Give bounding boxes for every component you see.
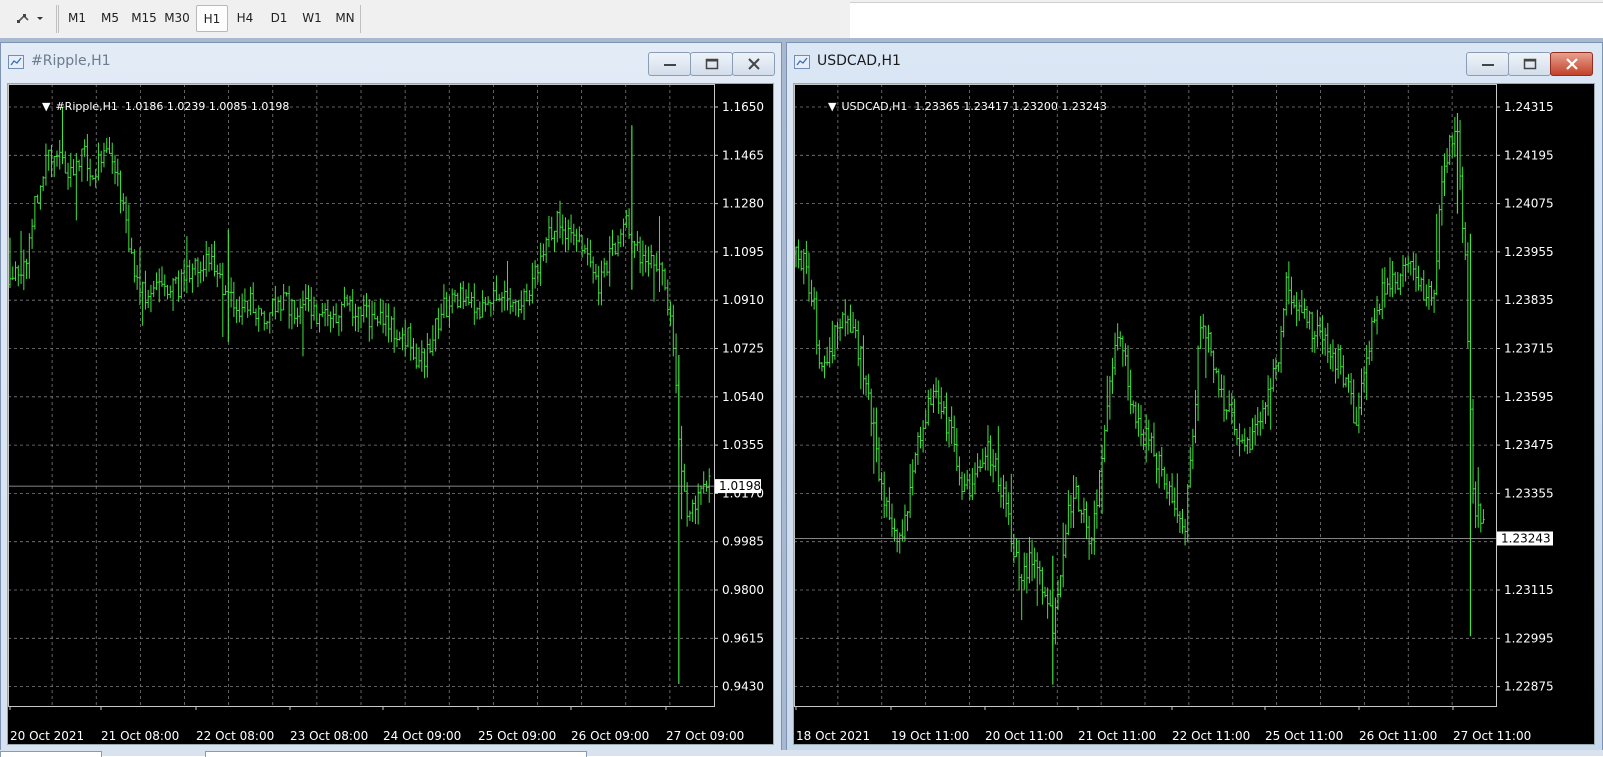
- timeframe-h1-button[interactable]: H1: [196, 5, 228, 32]
- time-axis-label: 27 Oct 11:00: [1453, 729, 1531, 743]
- price-bars: [8, 107, 711, 684]
- chart-window-icon: [8, 55, 24, 69]
- timeframe-toolbar: M1 M5 M15 M30 H1 H4 D1 W1 MN: [0, 0, 850, 39]
- price-axis-label: 1.24195: [1504, 148, 1554, 162]
- price-chart[interactable]: 1.24315 1.24195 1.24075 1.23955 1.23835 1.237…: [794, 84, 1594, 744]
- chart-canvas[interactable]: 1.24315 1.24195 1.24075 1.23955 1.23835 1.237…: [793, 83, 1595, 745]
- close-icon: [1565, 58, 1578, 70]
- window-tab[interactable]: [205, 751, 587, 757]
- time-axis-label: 25 Oct 11:00: [1265, 729, 1343, 743]
- time-axis-label: 22 Oct 08:00: [196, 729, 274, 743]
- window-title: #Ripple,H1: [31, 53, 111, 69]
- plot-frame: [8, 84, 715, 707]
- window-tab[interactable]: [0, 751, 102, 757]
- price-axis-label: 0.9985: [722, 535, 764, 549]
- window-titlebar[interactable]: #Ripple,H1: [1, 43, 781, 77]
- time-axis-label: 21 Oct 08:00: [101, 729, 179, 743]
- price-axis-label: 1.1095: [722, 245, 764, 259]
- price-axis-label: 1.0725: [722, 342, 764, 356]
- timeframe-mn-button[interactable]: MN: [330, 5, 360, 31]
- price-axis-label: 1.22995: [1504, 631, 1554, 645]
- price-axis-label: 1.0355: [722, 438, 764, 452]
- window-title: USDCAD,H1: [817, 53, 901, 69]
- minimize-button[interactable]: [1466, 52, 1509, 76]
- close-button[interactable]: [1550, 52, 1593, 76]
- price-axis-label: 1.23955: [1504, 245, 1554, 259]
- price-axis-label: 1.1650: [722, 100, 764, 114]
- time-axis-label: 25 Oct 09:00: [478, 729, 556, 743]
- price-chart[interactable]: 1.1650 1.1465 1.1280 1.1095 1.0910 1.0725 1.05…: [8, 84, 773, 744]
- time-axis-label: 23 Oct 08:00: [290, 729, 368, 743]
- chart-window-icon: [794, 55, 810, 69]
- timeframe-h4-button[interactable]: H4: [230, 5, 260, 31]
- price-axis-label: 1.1280: [722, 197, 764, 211]
- price-axis-label: 0.9430: [722, 680, 764, 694]
- price-axis-label: 1.0540: [722, 390, 764, 404]
- collapse-triangle-icon[interactable]: ▼: [42, 100, 50, 113]
- price-axis-label: 0.9800: [722, 583, 764, 597]
- price-axis-label: 1.24075: [1504, 197, 1554, 211]
- timeframe-w1-button[interactable]: W1: [298, 5, 326, 31]
- line-studies-icon: [17, 14, 43, 23]
- chart-canvas[interactable]: 1.1650 1.1465 1.1280 1.1095 1.0910 1.0725 1.05…: [7, 83, 774, 745]
- price-axis-label: 1.22875: [1504, 680, 1554, 694]
- mdi-workspace: #Ripple,H1 1.1650 1.1465 1.1280 1.1095 1.091…: [0, 38, 1603, 756]
- time-axis-label: 22 Oct 11:00: [1172, 729, 1250, 743]
- time-axis-label: 20 Oct 11:00: [985, 729, 1063, 743]
- chart-window-usdcad[interactable]: USDCAD,H1 1.24315 1.24195 1.24075 1.23955 1.…: [786, 42, 1603, 754]
- time-axis-label: 24 Oct 09:00: [383, 729, 461, 743]
- time-axis-label: 27 Oct 09:00: [666, 729, 744, 743]
- window-titlebar[interactable]: USDCAD,H1: [787, 43, 1602, 77]
- current-price-tag: 1.23243: [1501, 531, 1551, 545]
- price-axis-label: 1.24315: [1504, 100, 1554, 114]
- close-button[interactable]: [732, 52, 775, 76]
- price-axis-label: 1.23715: [1504, 342, 1554, 356]
- maximize-button[interactable]: [690, 52, 733, 76]
- price-axis-label: 1.0910: [722, 293, 764, 307]
- price-axis-label: 1.23835: [1504, 293, 1554, 307]
- chart-info-label: ▼ #Ripple,H1 1.0186 1.0239 1.0085 1.0198: [41, 100, 290, 113]
- time-axis-label: 19 Oct 11:00: [891, 729, 969, 743]
- time-axis-label: 20 Oct 2021: [10, 729, 84, 743]
- timeframe-d1-button[interactable]: D1: [264, 5, 294, 31]
- timeframe-m30-button[interactable]: M30: [162, 5, 192, 31]
- timeframe-m15-button[interactable]: M15: [128, 5, 160, 31]
- chart-window-ripple[interactable]: #Ripple,H1 1.1650 1.1465 1.1280 1.1095 1.091…: [0, 42, 782, 754]
- time-axis-label: 26 Oct 09:00: [571, 729, 649, 743]
- price-axis-label: 1.1465: [722, 148, 764, 162]
- time-axis-label: 21 Oct 11:00: [1078, 729, 1156, 743]
- maximize-icon: [705, 58, 718, 70]
- price-axis-label: 0.9615: [722, 631, 764, 645]
- timeframe-m1-button[interactable]: M1: [62, 5, 92, 31]
- price-axis-label: 1.23115: [1504, 583, 1554, 597]
- price-bars: [794, 113, 1485, 685]
- line-studies-button[interactable]: [12, 5, 48, 31]
- time-axis-label: 18 Oct 2021: [796, 729, 870, 743]
- maximize-icon: [1523, 58, 1536, 70]
- maximize-button[interactable]: [1508, 52, 1551, 76]
- current-price-tag: 1.0198: [719, 479, 761, 493]
- price-axis-label: 1.23595: [1504, 390, 1554, 404]
- plot-frame: [794, 84, 1497, 707]
- minimize-button[interactable]: [648, 52, 691, 76]
- close-icon: [747, 58, 760, 70]
- price-axis-label: 1.23475: [1504, 438, 1554, 452]
- time-axis-label: 26 Oct 11:00: [1359, 729, 1437, 743]
- price-axis-label: 1.23355: [1504, 486, 1554, 500]
- minimize-icon: [1481, 64, 1494, 66]
- minimize-icon: [663, 64, 676, 66]
- chart-info-label: ▼ USDCAD,H1 1.23365 1.23417 1.23200 1.232…: [827, 100, 1107, 113]
- collapse-triangle-icon[interactable]: ▼: [828, 100, 836, 113]
- timeframe-m5-button[interactable]: M5: [96, 5, 124, 31]
